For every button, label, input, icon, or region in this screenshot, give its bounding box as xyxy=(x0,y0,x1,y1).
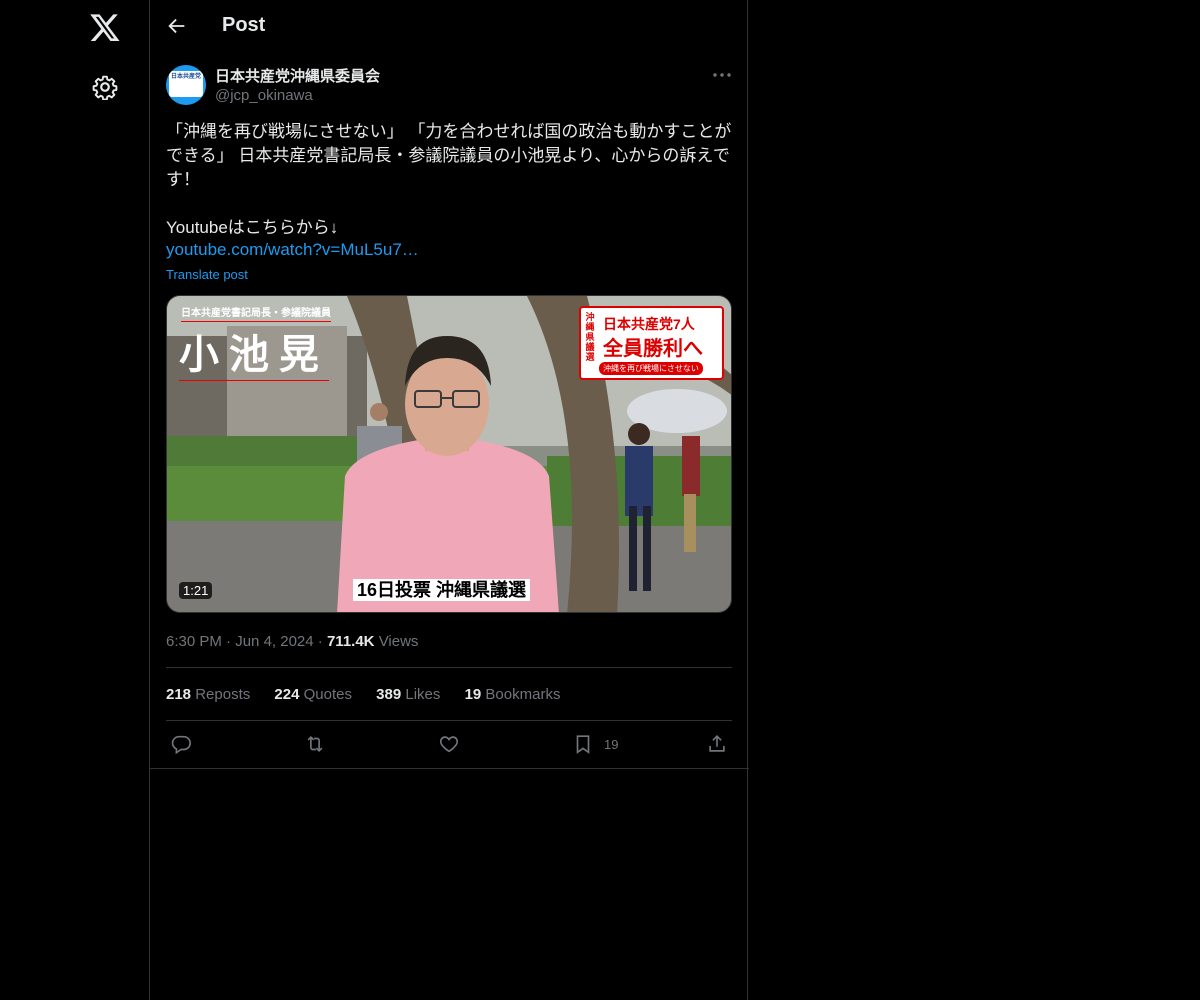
translate-post-link[interactable]: Translate post xyxy=(166,267,248,282)
meta-separator: · xyxy=(226,633,236,650)
views-count: 711.4K xyxy=(326,633,375,650)
badge-line-3: 沖縄を再び戦場にさせない xyxy=(599,362,703,375)
quotes-label: Quotes xyxy=(303,686,352,703)
author-handle[interactable]: @jcp_okinawa xyxy=(215,87,313,104)
bookmarks-count: 19 xyxy=(464,686,482,703)
badge-line-2: 全員勝利へ xyxy=(603,338,703,360)
meta-separator: · xyxy=(317,633,327,650)
video-top-caption: 日本共産党書記局長・参議院議員 xyxy=(181,304,331,322)
engagement-stats: 218 Reposts 224 Quotes 389 Likes 19 Book… xyxy=(166,686,580,703)
heart-icon xyxy=(439,736,459,753)
badge-vertical-text: 沖縄県議選 xyxy=(585,312,595,362)
likes-count: 389 xyxy=(376,686,402,703)
bookmark-icon xyxy=(576,735,590,754)
action-bar: 19 xyxy=(166,733,732,757)
share-button[interactable] xyxy=(706,733,728,755)
likes-label: Likes xyxy=(405,686,441,703)
left-nav xyxy=(0,0,149,1000)
election-badge: 沖縄県議選 日本共産党7人 全員勝利へ 沖縄を再び戦場にさせない xyxy=(579,306,724,380)
divider xyxy=(166,720,732,721)
youtube-link[interactable]: youtube.com/watch?v=MuL5u7… xyxy=(166,240,419,260)
reposts-count: 218 xyxy=(166,686,192,703)
bookmark-button[interactable]: 19 xyxy=(572,733,642,755)
gear-icon[interactable] xyxy=(92,74,118,100)
repost-button[interactable] xyxy=(304,733,326,755)
post-text: 「沖縄を再び戦場にさせない」 「力を合わせれば国の政治も動かすことができる」 日… xyxy=(166,122,732,237)
video-subtitle: 16日投票 沖縄県議選 xyxy=(353,579,531,601)
views-label: Views xyxy=(378,633,419,650)
post-meta: 6:30 PM · Jun 4, 2024 · 711.4K Views xyxy=(166,633,418,650)
video-duration: 1:21 xyxy=(179,582,213,599)
divider xyxy=(150,768,749,769)
divider xyxy=(166,667,732,668)
reposts-label: Reposts xyxy=(195,686,251,703)
video-media[interactable]: 日本共産党書記局長・参議院議員 小池晃 沖縄県議選 日本共産党7人 全員勝利へ … xyxy=(166,295,732,613)
main-column: Post 日本共産党 日本共産党沖縄県委員会 @jcp_okinawa 「沖縄を… xyxy=(149,0,749,1000)
bookmarks-stat[interactable]: 19 Bookmarks xyxy=(465,686,561,703)
post-time[interactable]: 6:30 PM xyxy=(166,633,222,650)
page-title: Post xyxy=(222,14,266,36)
avatar[interactable]: 日本共産党 xyxy=(166,65,206,105)
share-icon xyxy=(709,735,725,752)
video-name-caption: 小池晃 xyxy=(179,322,329,381)
quotes-count: 224 xyxy=(274,686,300,703)
bookmark-count: 19 xyxy=(604,737,619,752)
likes-stat[interactable]: 389 Likes xyxy=(376,686,440,703)
post-header: Post xyxy=(150,0,749,54)
quotes-stat[interactable]: 224 Quotes xyxy=(274,686,352,703)
x-logo-icon[interactable] xyxy=(89,11,121,43)
more-options-icon[interactable] xyxy=(710,66,734,84)
repost-icon xyxy=(307,735,323,753)
like-button[interactable] xyxy=(438,733,460,755)
post-date[interactable]: Jun 4, 2024 xyxy=(235,633,313,650)
reply-icon xyxy=(171,735,191,755)
badge-line-1: 日本共産党7人 xyxy=(603,316,695,332)
author-name[interactable]: 日本共産党沖縄県委員会 xyxy=(215,65,380,86)
avatar-text: 日本共産党 xyxy=(169,71,203,97)
arrow-left-icon[interactable] xyxy=(166,15,188,37)
reposts-stat[interactable]: 218 Reposts xyxy=(166,686,250,703)
reply-button[interactable] xyxy=(170,733,192,755)
bookmarks-label: Bookmarks xyxy=(485,686,561,703)
